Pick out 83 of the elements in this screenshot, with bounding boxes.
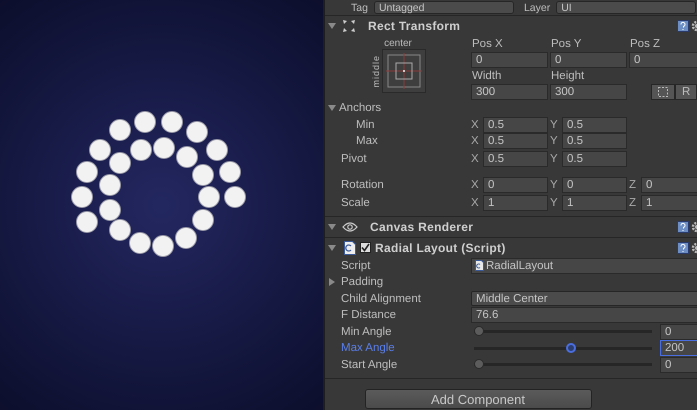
axis-label: X	[471, 152, 480, 164]
number-field[interactable]: 76.6	[471, 307, 697, 324]
property-label: Child Alignment	[340, 292, 422, 305]
axis-label: Y	[550, 118, 559, 131]
axis-label: Z	[629, 178, 638, 190]
expanded-arrow-icon[interactable]	[328, 222, 336, 230]
expanded-arrow-icon[interactable]	[328, 22, 336, 30]
number-field[interactable]: 300	[550, 84, 627, 100]
axis-label: X	[471, 118, 480, 131]
tag-label: Tag	[351, 2, 368, 14]
number-field[interactable]: 0.5	[483, 133, 548, 150]
help-icon[interactable]	[677, 242, 689, 254]
property-label: Start Angle	[340, 358, 398, 371]
axis-label: Y	[550, 135, 559, 148]
property-label: Rotation	[340, 178, 385, 190]
number-field[interactable]: 0	[562, 176, 627, 192]
number-field[interactable]: 1	[562, 194, 627, 210]
axis-label: Z	[629, 196, 638, 208]
axis-label: Y	[550, 196, 559, 208]
number-field[interactable]: 0.5	[483, 150, 548, 166]
field-label: Pos Y	[550, 37, 582, 52]
alignment-dropdown[interactable]: Middle Center	[471, 291, 697, 306]
number-field[interactable]: 0	[660, 324, 697, 340]
anchor-preset-icon[interactable]	[382, 49, 426, 93]
slider-thumb[interactable]	[474, 359, 484, 370]
help-icon[interactable]	[677, 220, 689, 232]
property-label: Max Angle	[340, 342, 396, 354]
component-title: Rect Transform	[368, 19, 462, 33]
axis-label: Y	[550, 178, 559, 190]
script-file-icon	[475, 260, 484, 272]
number-field[interactable]: 300	[471, 84, 548, 100]
number-field[interactable]: 0	[471, 52, 548, 68]
property-label[interactable]: Padding	[341, 276, 384, 288]
property-label[interactable]: Anchors	[339, 102, 382, 114]
number-field[interactable]: 1	[483, 194, 548, 210]
collapsed-arrow-icon[interactable]	[328, 278, 336, 286]
script-field[interactable]: RadialLayout	[471, 258, 697, 274]
component-title: Radial Layout (Script)	[375, 240, 507, 254]
raw-edit-button[interactable]: R	[675, 84, 697, 100]
property-label: Min	[355, 118, 376, 131]
add-component-button[interactable]: Add Component	[364, 389, 592, 409]
number-field[interactable]: 0.5	[562, 133, 627, 150]
field-label: Pos Z	[629, 37, 662, 52]
field-label: Height	[550, 69, 586, 84]
axis-label: X	[471, 196, 480, 208]
expanded-arrow-icon[interactable]	[328, 104, 336, 112]
number-field[interactable]: 0	[641, 176, 697, 192]
component-title: Canvas Renderer	[370, 220, 474, 234]
axis-label: X	[471, 135, 480, 148]
number-field[interactable]: 0	[629, 52, 697, 68]
slider-thumb[interactable]	[474, 326, 484, 336]
anchor-vertical-label: middle	[370, 54, 380, 88]
number-field[interactable]: 200	[660, 340, 697, 356]
number-field[interactable]: 0	[550, 52, 627, 68]
property-label: Script	[340, 260, 372, 272]
number-field[interactable]: 0	[660, 356, 697, 373]
slider-thumb[interactable]	[566, 342, 576, 353]
property-label: F Distance	[340, 309, 397, 322]
number-field[interactable]: 0	[483, 176, 548, 192]
axis-label: X	[471, 178, 480, 190]
layer-label: Layer	[524, 2, 550, 14]
field-label: Width	[471, 69, 502, 84]
blueprint-mode-button[interactable]	[651, 84, 675, 100]
number-field[interactable]: 1	[641, 194, 697, 210]
anchor-horizontal-label: center	[384, 38, 412, 49]
rect-transform-icon	[342, 19, 356, 33]
field-label: Pos X	[471, 37, 504, 52]
property-label: Min Angle	[340, 326, 393, 338]
property-label: Pivot	[340, 152, 368, 164]
layer-dropdown[interactable]: UI	[556, 1, 696, 14]
expanded-arrow-icon[interactable]	[328, 244, 336, 252]
number-field[interactable]: 0.5	[562, 150, 627, 166]
script-file-icon	[344, 240, 356, 254]
number-field[interactable]: 0.5	[483, 116, 548, 133]
dotted-square-icon	[658, 87, 668, 97]
axis-label: Y	[550, 152, 559, 164]
property-label: Scale	[340, 196, 371, 208]
enabled-checkbox[interactable]	[360, 242, 371, 253]
help-icon[interactable]	[677, 20, 689, 32]
eye-icon	[342, 222, 358, 232]
property-label: Max	[355, 135, 379, 148]
tag-dropdown[interactable]: Untagged	[374, 1, 514, 14]
number-field[interactable]: 0.5	[562, 116, 627, 133]
